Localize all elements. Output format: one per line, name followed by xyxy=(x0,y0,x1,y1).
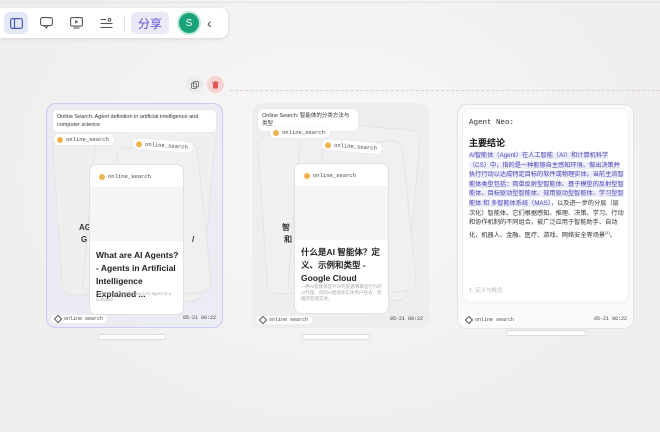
chip-label: online_search xyxy=(144,140,189,151)
card-thumbnail xyxy=(90,187,183,241)
delete-button[interactable] xyxy=(207,76,224,93)
top-divider xyxy=(0,2,660,3)
top-toolbar: 分享 S ‹ xyxy=(0,8,228,38)
tool-tag: online search xyxy=(462,315,519,325)
search-result-card[interactable]: online_search 什么是AI 智能体？定义、示例和类型 - Googl… xyxy=(294,163,389,314)
avatar[interactable]: S xyxy=(177,11,202,35)
tool-tag-label: online search xyxy=(64,316,104,322)
agent-answer-content: Agent Neo: 主要结论 AI智能体（Agent）在人工智能（AI）和计算… xyxy=(463,109,628,302)
card-edge-text: 智 xyxy=(282,223,290,232)
diamond-icon xyxy=(258,315,268,325)
card-edge-text: G xyxy=(81,235,88,244)
resize-handle[interactable] xyxy=(302,334,370,340)
list-filter-icon xyxy=(100,17,112,28)
source-chip: online_search xyxy=(270,127,330,138)
source-dot-icon xyxy=(99,173,105,180)
timestamp: 05-21 00:22 xyxy=(389,316,423,322)
tool-tag: online search xyxy=(256,315,313,325)
group-actions xyxy=(186,76,224,93)
source-dot-icon xyxy=(324,141,332,149)
answer-heading: 主要结论 xyxy=(469,138,506,148)
group-header: Online Search: Agent definition in artif… xyxy=(53,110,216,132)
sidebar-toggle-button[interactable] xyxy=(4,12,28,34)
answer-body: AI智能体（Agent）在人工智能（AI）和计算机科学（CS）中，指的是一种能够… xyxy=(469,151,624,240)
search-result-group-2[interactable]: Online Search: 智能体的分类方法与类型 online_search… xyxy=(252,103,429,328)
diamond-icon xyxy=(464,315,474,325)
source-chip: online_search xyxy=(54,134,114,145)
chip-label: online_search xyxy=(66,136,109,143)
screen-play-icon xyxy=(69,17,83,29)
source-dot-icon xyxy=(273,129,279,136)
source-dot-icon xyxy=(304,172,310,179)
toolbar-divider xyxy=(124,15,125,31)
chip-label: online_search xyxy=(282,129,325,136)
result-snippet: An artificial intelligence (AI) agent is… xyxy=(96,291,172,302)
collapse-toolbar-icon[interactable]: ‹ xyxy=(207,15,212,31)
resize-handle[interactable] xyxy=(506,330,586,336)
share-button[interactable]: 分享 xyxy=(131,12,170,34)
tool-tag-label: online search xyxy=(269,317,309,323)
chat-button[interactable] xyxy=(34,12,58,34)
chip-label: online_search xyxy=(108,173,151,180)
search-result-group-1[interactable]: Online Search: Agent definition in artif… xyxy=(46,103,223,328)
trash-icon xyxy=(212,80,219,88)
timestamp: 05-21 00:22 xyxy=(593,316,627,322)
connector-line xyxy=(230,90,660,91)
result-title: 什么是AI 智能体？定义、示例和类型 - Google Cloud xyxy=(301,247,380,283)
filter-list-button[interactable] xyxy=(94,12,118,34)
chip-label: online_search xyxy=(333,141,378,152)
card-edge-text: 和 xyxy=(284,235,292,244)
diamond-icon xyxy=(53,314,63,324)
tool-tag-label: online search xyxy=(475,317,515,323)
agent-answer-card[interactable]: Agent Neo: 主要结论 AI智能体（Agent）在人工智能（AI）和计算… xyxy=(457,104,634,329)
copy-button[interactable] xyxy=(186,76,203,93)
result-snippet: 一种AI智能体是针对先前遇事最后行为的AI代理，的的AI智能体实体用户经去，而推… xyxy=(301,284,382,301)
resize-handle[interactable] xyxy=(98,334,166,340)
sidebar-icon xyxy=(9,17,23,29)
chat-icon xyxy=(39,17,53,29)
source-dot-icon xyxy=(135,140,143,148)
card-thumbnail xyxy=(295,186,388,240)
answer-highlight: AI智能体（Agent）在人工智能（AI）和计算机科学（CS）中，指的是一种能够… xyxy=(469,152,624,207)
chip-label: online_search xyxy=(313,172,356,179)
source-chip: online_search xyxy=(96,171,156,182)
source-dot-icon xyxy=(57,136,63,143)
faded-section-title: 1. 定义与概念 xyxy=(469,288,503,294)
search-result-card[interactable]: online_search What are AI Agents?- Agent… xyxy=(89,164,184,315)
media-button[interactable] xyxy=(64,12,88,34)
answer-end: 。 xyxy=(609,231,616,239)
card-edge-text: / xyxy=(192,235,195,244)
agent-name: Agent Neo: xyxy=(469,119,515,127)
timestamp: 05-21 00:22 xyxy=(182,315,216,321)
copy-icon xyxy=(190,80,199,89)
tool-tag: online search xyxy=(51,314,108,324)
source-chip: online_search xyxy=(301,170,361,181)
